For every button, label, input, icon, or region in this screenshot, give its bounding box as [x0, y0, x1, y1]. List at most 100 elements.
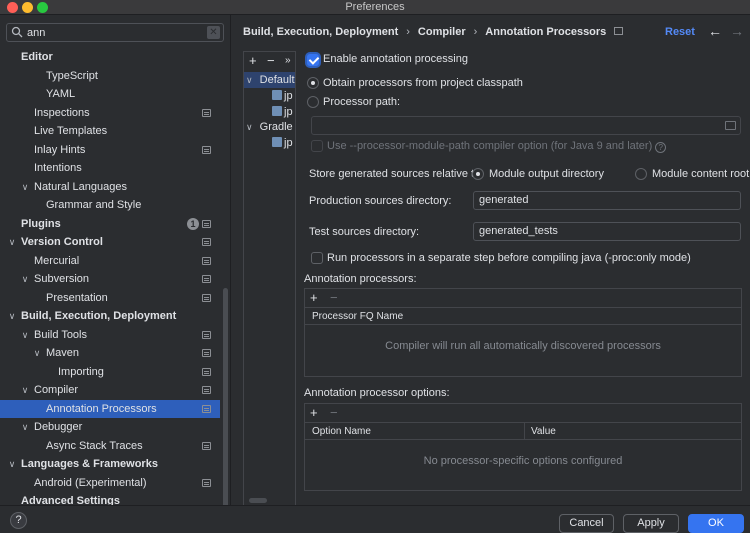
chevron-down-icon[interactable]: ∨ — [20, 270, 30, 289]
more-icon[interactable]: » — [285, 52, 291, 70]
clear-search-icon[interactable]: ✕ — [207, 26, 220, 39]
breadcrumb-build: Build, Execution, Deployment — [243, 26, 399, 38]
chevron-down-icon[interactable]: ∨ — [20, 381, 30, 400]
profile-gradle[interactable]: ∨ Gradle I — [244, 119, 295, 135]
sidebar-item-live-templates[interactable]: Live Templates — [0, 122, 220, 141]
remove-option-button[interactable]: − — [330, 404, 338, 422]
test-dir-input[interactable]: generated_tests — [473, 222, 741, 241]
title-bar: Preferences — [0, 0, 750, 15]
sidebar-item-annotation-processors[interactable]: Annotation Processors — [0, 399, 220, 418]
production-dir-input[interactable]: generated — [473, 191, 741, 210]
processor-path-field[interactable] — [311, 116, 741, 135]
processor-path-radio[interactable] — [307, 96, 319, 108]
chevron-down-icon: ∨ — [246, 75, 253, 85]
sidebar-item-label: Mercurial — [34, 254, 80, 267]
search-box[interactable]: ✕ — [6, 23, 224, 42]
sidebar-item-label: Live Templates — [34, 125, 108, 137]
profile-module-item[interactable]: jp — [272, 88, 293, 104]
value-column[interactable]: Value — [531, 423, 556, 441]
sidebar-item-build-execution-deployment[interactable]: ∨ Build, Execution, Deployment — [0, 307, 220, 326]
sidebar-item-importing[interactable]: Importing — [0, 363, 220, 382]
add-profile-button[interactable]: + — [249, 52, 257, 70]
obtain-from-classpath-radio[interactable] — [307, 77, 319, 89]
sidebar-item-label: Languages & Frameworks — [21, 458, 158, 470]
sidebar-item-label: Inlay Hints — [34, 143, 86, 156]
sidebar-item-subversion[interactable]: ∨ Subversion — [0, 270, 220, 289]
sidebar-item-label: Editor — [21, 51, 53, 63]
chevron-down-icon[interactable]: ∨ — [7, 233, 17, 252]
help-button[interactable]: ? — [10, 512, 27, 529]
module-output-directory-radio[interactable] — [472, 168, 484, 180]
update-count-badge: 1 — [187, 217, 199, 230]
project-settings-icon — [202, 349, 211, 357]
separate-step-checkbox[interactable] — [311, 252, 323, 264]
production-dir-label: Production sources directory: — [309, 195, 452, 207]
chevron-down-icon[interactable]: ∨ — [32, 344, 42, 363]
sidebar-item-android-experimental[interactable]: Android (Experimental) — [0, 474, 220, 493]
breadcrumb-annotation-processors: Annotation Processors — [485, 26, 607, 38]
sidebar-item-intentions[interactable]: Intentions — [0, 159, 220, 178]
sidebar-item-presentation[interactable]: Presentation — [0, 289, 220, 308]
sidebar-item-mercurial[interactable]: Mercurial — [0, 252, 220, 271]
sidebar-item-label: TypeScript — [46, 69, 98, 82]
ok-button[interactable]: OK — [688, 514, 744, 533]
sidebar-item-debugger[interactable]: ∨ Debugger — [0, 418, 220, 437]
profile-module-item[interactable]: jp — [272, 104, 293, 120]
profiles-scrollbar[interactable] — [249, 498, 267, 503]
processor-module-path-checkbox[interactable] — [311, 140, 323, 152]
cancel-button[interactable]: Cancel — [559, 514, 614, 533]
processor-path-label: Processor path: — [323, 96, 401, 108]
add-processor-button[interactable]: + — [310, 289, 318, 307]
sidebar-item-compiler[interactable]: ∨ Compiler — [0, 381, 220, 400]
processor-options-title: Annotation processor options: — [304, 387, 450, 399]
back-arrow-icon[interactable]: ← — [708, 23, 722, 39]
profile-default[interactable]: ∨ Default — [244, 72, 295, 88]
profile-module-item[interactable]: jp — [272, 135, 293, 151]
module-content-root-label: Module content root — [652, 168, 750, 180]
chevron-down-icon[interactable]: ∨ — [20, 418, 30, 437]
module-icon — [272, 90, 282, 100]
remove-profile-button[interactable]: − — [267, 52, 275, 70]
sidebar-item-version-control[interactable]: ∨ Version Control — [0, 233, 220, 252]
sidebar-item-languages-frameworks[interactable]: ∨ Languages & Frameworks — [0, 455, 220, 474]
chevron-down-icon[interactable]: ∨ — [7, 455, 17, 474]
obtain-from-classpath-label: Obtain processors from project classpath — [323, 77, 523, 89]
chevron-down-icon[interactable]: ∨ — [7, 307, 17, 326]
remove-processor-button[interactable]: − — [330, 289, 338, 307]
profiles-toolbar: + − » — [244, 52, 295, 70]
sidebar-item-build-tools[interactable]: ∨ Build Tools — [0, 326, 220, 345]
breadcrumb-separator: › — [473, 26, 478, 38]
sidebar-item-editor[interactable]: Editor — [0, 48, 220, 67]
separate-step-label: Run processors in a separate step before… — [327, 252, 691, 264]
apply-button[interactable]: Apply — [623, 514, 679, 533]
project-settings-icon — [202, 275, 211, 283]
sidebar-item-label: Importing — [58, 365, 104, 378]
processor-fq-name-column[interactable]: Processor FQ Name — [312, 308, 403, 326]
module-icon — [272, 106, 282, 116]
module-content-root-radio[interactable] — [635, 168, 647, 180]
help-icon[interactable]: ? — [655, 142, 667, 153]
chevron-down-icon[interactable]: ∨ — [20, 326, 30, 345]
chevron-down-icon[interactable]: ∨ — [20, 178, 30, 197]
option-name-column[interactable]: Option Name — [312, 423, 371, 441]
sidebar-item-maven[interactable]: ∨ Maven — [0, 344, 220, 363]
sidebar-item-typescript[interactable]: TypeScript — [0, 67, 220, 86]
sidebar-item-grammar-and-style[interactable]: Grammar and Style — [0, 196, 220, 215]
sidebar-item-inspections[interactable]: Inspections — [0, 104, 220, 123]
sidebar-scrollbar[interactable] — [223, 288, 228, 516]
processor-options-table: + − Option Name Value No processor-speci… — [304, 403, 742, 491]
sidebar-item-plugins[interactable]: Plugins 1 — [0, 215, 220, 234]
forward-arrow-icon[interactable]: → — [730, 23, 744, 39]
enable-annotation-processing-checkbox[interactable] — [307, 54, 319, 66]
test-dir-label: Test sources directory: — [309, 226, 420, 238]
search-input[interactable] — [27, 25, 207, 40]
sidebar-item-async-stack-traces[interactable]: Async Stack Traces — [0, 437, 220, 456]
sidebar-item-natural-languages[interactable]: ∨ Natural Languages — [0, 178, 220, 197]
folder-icon[interactable] — [725, 121, 736, 130]
sidebar-item-inlay-hints[interactable]: Inlay Hints — [0, 141, 220, 160]
reset-link[interactable]: Reset — [665, 26, 695, 38]
sidebar-item-label: Inspections — [34, 106, 90, 119]
sidebar-item-yaml[interactable]: YAML — [0, 85, 220, 104]
add-option-button[interactable]: + — [310, 404, 318, 422]
project-settings-icon — [202, 367, 211, 376]
